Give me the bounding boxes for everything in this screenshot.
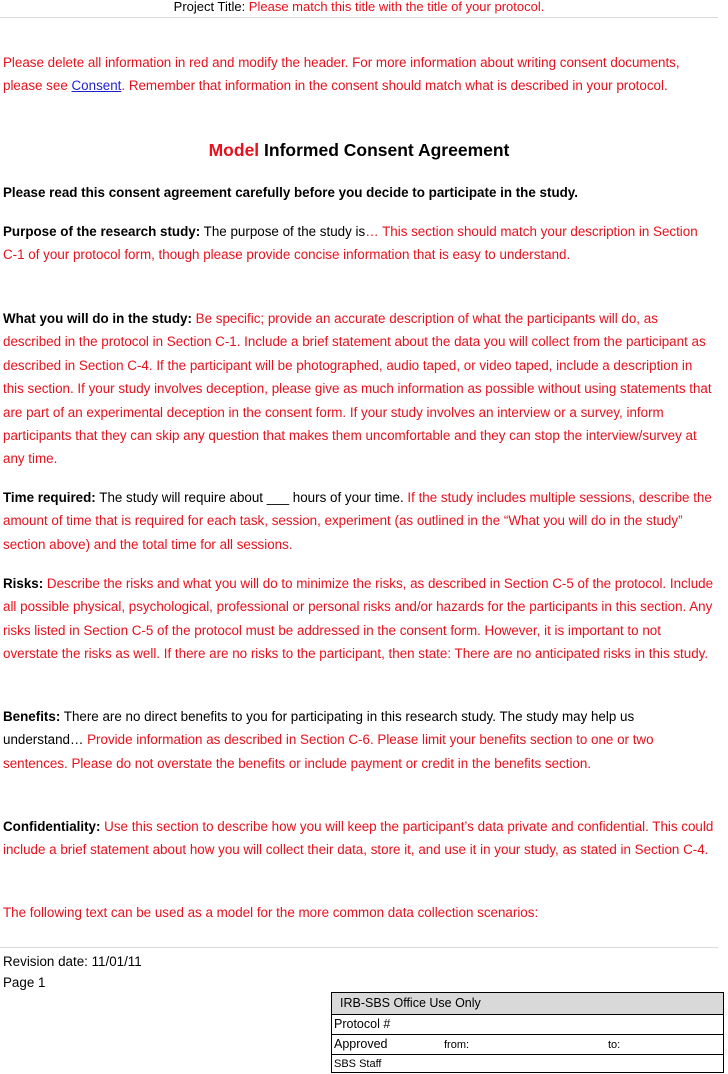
sbs-staff-label: SBS Staff: [334, 1058, 382, 1070]
what-section: What you will do in the study: Be specif…: [3, 307, 715, 471]
time-text: The study will require about ___ hours o…: [95, 490, 404, 505]
header-prefix: Project Title:: [173, 0, 249, 14]
revision-date: Revision date: 11/01/11: [3, 954, 142, 969]
confidentiality-instructions: Use this section to describe how you wil…: [3, 819, 714, 858]
consent-link[interactable]: Consent: [72, 78, 122, 93]
approved-from-label: from:: [444, 1039, 470, 1051]
benefits-instructions: Provide information as described in Sect…: [3, 732, 654, 771]
title-model: Model: [208, 140, 260, 160]
what-instructions: Be specific; provide an accurate descrip…: [3, 311, 712, 467]
protocol-number-label: Protocol #: [334, 1017, 391, 1031]
intro-paragraph: Please delete all information in red and…: [3, 51, 715, 98]
office-use-box: IRB-SBS Office Use Only Protocol # Appro…: [331, 992, 724, 1073]
model-text-section: The following text can be used as a mode…: [3, 901, 715, 924]
approved-row: Approved from: to:: [332, 1035, 723, 1055]
confidentiality-section: Confidentiality: Use this section to des…: [3, 815, 715, 862]
time-section: Time required: The study will require ab…: [3, 486, 715, 556]
risks-section: Risks: Describe the risks and what you w…: [3, 572, 715, 666]
title-rest: Informed Consent Agreement: [259, 140, 510, 160]
read-notice-text: Please read this consent agreement caref…: [3, 185, 578, 200]
page-number: Page 1: [3, 975, 46, 990]
time-label: Time required:: [3, 490, 96, 505]
model-text: The following text can be used as a mode…: [3, 905, 539, 920]
header-title-placeholder: Please match this title with the title o…: [248, 0, 545, 14]
footer-divider: [0, 947, 718, 948]
approved-to-label: to:: [608, 1039, 621, 1051]
what-label: What you will do in the study:: [3, 311, 192, 326]
benefits-label: Benefits:: [3, 709, 61, 724]
purpose-label: Purpose of the research study:: [3, 224, 201, 239]
benefits-section: Benefits: There are no direct benefits t…: [3, 705, 715, 775]
intro-text-after: . Remember that information in the conse…: [121, 78, 668, 94]
sbs-staff-row: SBS Staff: [332, 1055, 723, 1074]
risks-instructions: Describe the risks and what you will do …: [3, 576, 714, 662]
page-footer: Revision date: 11/01/11 Page 1: [3, 951, 142, 993]
office-use-title: IRB-SBS Office Use Only: [332, 993, 723, 1015]
document-title: Model Informed Consent Agreement: [0, 138, 718, 162]
purpose-text: The purpose of the study is: [200, 224, 366, 239]
read-notice: Please read this consent agreement caref…: [3, 181, 715, 204]
confidentiality-label: Confidentiality:: [3, 819, 101, 834]
approved-label: Approved: [334, 1037, 388, 1051]
purpose-section: Purpose of the research study: The purpo…: [3, 220, 715, 267]
risks-label: Risks:: [3, 576, 44, 591]
protocol-number-row: Protocol #: [332, 1015, 723, 1035]
page-header: Project Title: Please match this title w…: [0, 0, 718, 18]
